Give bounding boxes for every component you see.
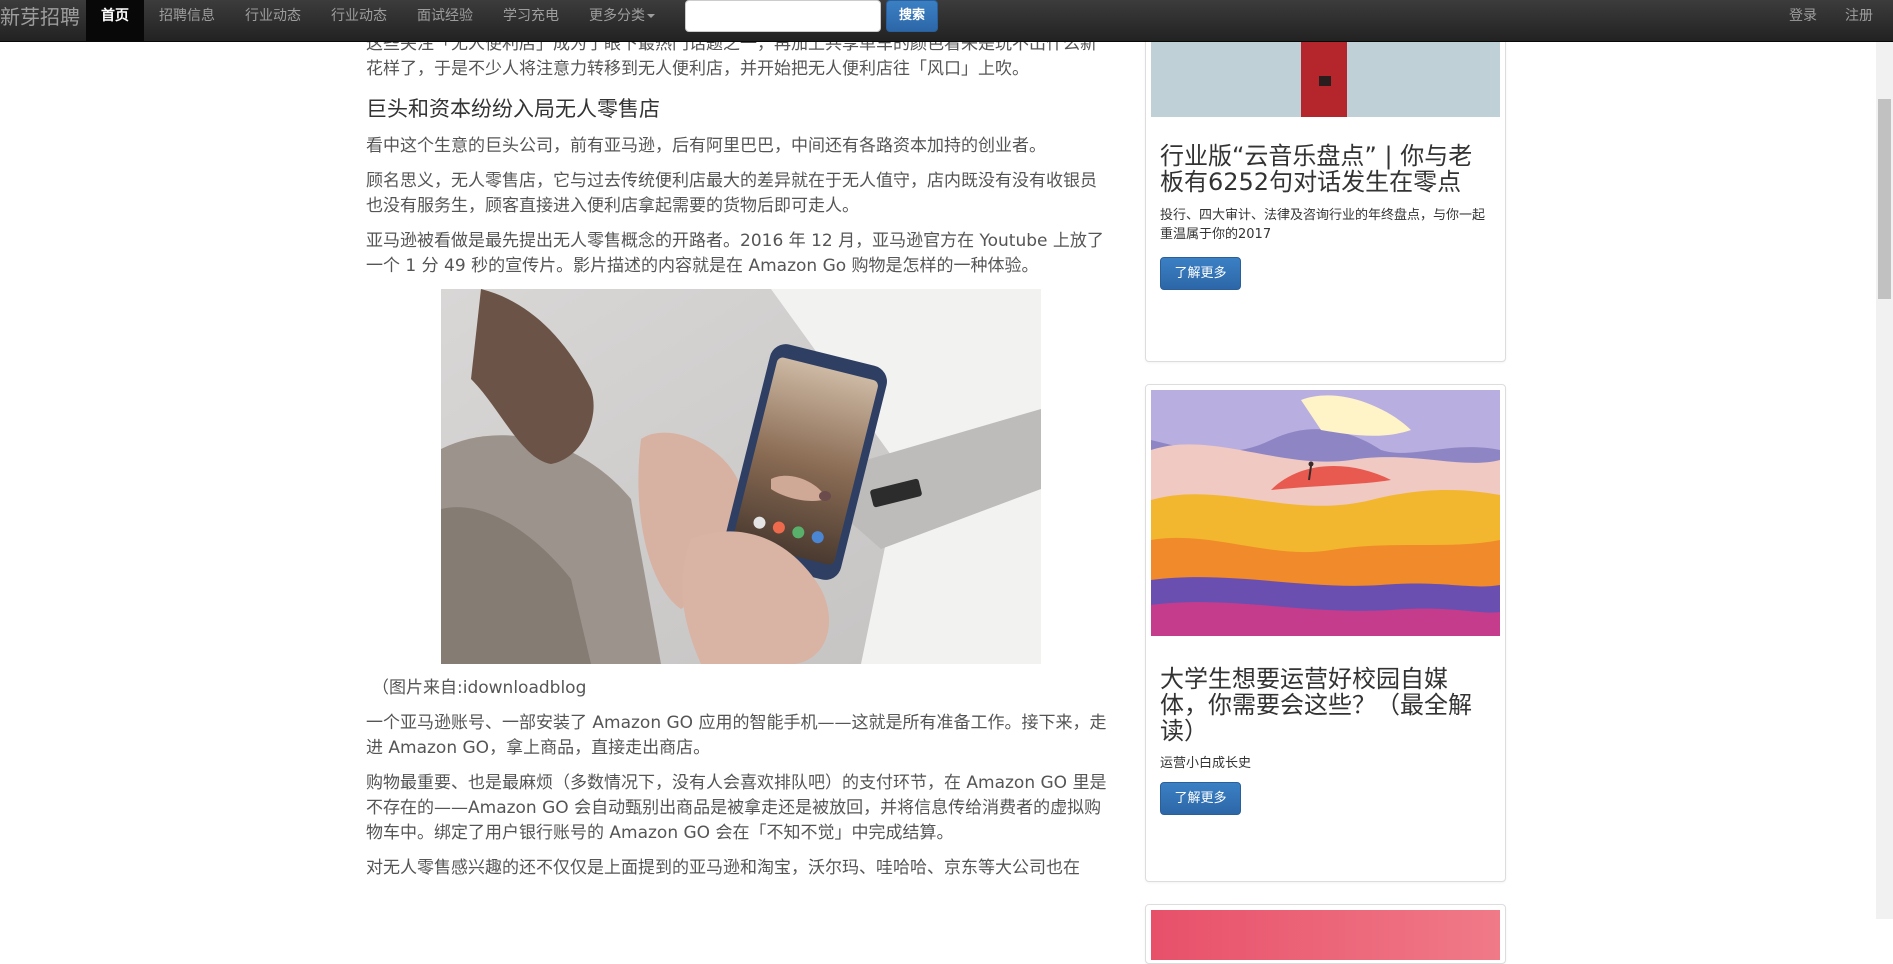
learn-more-button[interactable]: 了解更多 [1160,782,1241,815]
more-label: 更多分类 [589,8,645,24]
main-nav: 首页 招聘信息 行业动态 行业动态 面试经验 学习充电 更多分类 [86,0,670,41]
nav-item-interview[interactable]: 面试经验 [402,0,488,41]
colorful-landscape-illustration [1151,390,1500,636]
card-description: 投行、四大审计、法律及咨询行业的年终盘点，与你一起重温属于你的2017 [1160,208,1486,242]
sidebar-card [1145,904,1506,964]
article-photo-phone [441,289,1041,664]
top-navbar: 新芽招聘 首页 招聘信息 行业动态 行业动态 面试经验 学习充电 更多分类 搜索… [0,0,1893,42]
card-description: 运营小白成长史 [1160,756,1252,771]
nav-item-industry-news-2[interactable]: 行业动态 [316,0,402,41]
page-scrollbar[interactable] [1876,41,1893,919]
nav-item-learning[interactable]: 学习充电 [488,0,574,41]
image-caption: （图片来自:idownloadblog [372,678,587,698]
article-body: 这些关注「无人便利店」成为了眼下最热门话题之一，再加上共享单车的颜色看来是玩不出… [366,32,1111,891]
scrollbar-thumb[interactable] [1878,99,1891,299]
article-heading: 巨头和资本纷纷入局无人零售店 [366,97,660,121]
sidebar-card: 大学生想要运营好校园自媒体，你需要会这些？（最全解读） 运营小白成长史 了解更多 [1145,384,1506,882]
nav-item-more-dropdown[interactable]: 更多分类 [574,0,670,41]
search-input[interactable] [685,0,881,32]
nav-item-jobs[interactable]: 招聘信息 [144,0,230,41]
card-thumbnail[interactable] [1151,390,1500,636]
search-button[interactable]: 搜索 [886,0,938,32]
article-paragraph: 亚马逊被看做是最先提出无人零售概念的开路者。2016 年 12 月，亚马逊官方在… [366,231,1104,276]
article-paragraph: 顾名思义，无人零售店，它与过去传统便利店最大的差异就在于无人值守，店内既没有没有… [366,171,1097,216]
brand-logo[interactable]: 新芽招聘 [0,0,80,41]
card-title[interactable]: 行业版“云音乐盘点” | 你与老板有6252句对话发生在零点 [1160,143,1490,195]
sidebar-card: 行业版“云音乐盘点” | 你与老板有6252句对话发生在零点 投行、四大审计、法… [1145,0,1506,362]
register-link[interactable]: 注册 [1831,0,1887,41]
learn-more-button[interactable]: 了解更多 [1160,257,1241,290]
article-paragraph: 购物最重要、也是最麻烦（多数情况下，没有人会喜欢排队吧）的支付环节，在 Amaz… [366,773,1107,843]
article-paragraph: 对无人零售感兴趣的还不仅仅是上面提到的亚马逊和淘宝，沃尔玛、哇哈哈、京东等大公司… [366,858,1080,878]
article-paragraph: 一个亚马逊账号、一部安装了 Amazon GO 应用的智能手机——这就是所有准备… [366,713,1107,758]
nav-item-industry-news[interactable]: 行业动态 [230,0,316,41]
card-title[interactable]: 大学生想要运营好校园自媒体，你需要会这些？（最全解读） [1160,666,1490,744]
nav-item-home[interactable]: 首页 [86,0,144,41]
user-nav: 登录 注册 [1775,0,1887,41]
phone-hand-illustration [441,289,1041,664]
article-paragraph: 看中这个生意的巨头公司，前有亚马逊，后有阿里巴巴，中间还有各路资本加持的创业者。 [366,136,1046,156]
card-thumbnail[interactable] [1151,910,1500,960]
login-link[interactable]: 登录 [1775,0,1831,41]
caret-down-icon [647,14,655,18]
